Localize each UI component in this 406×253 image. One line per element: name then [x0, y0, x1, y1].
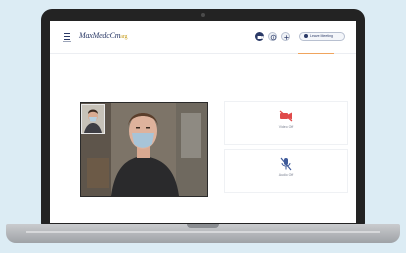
- participant-tile-audio-off[interactable]: Audio Off: [224, 149, 348, 193]
- video-off-icon: [279, 110, 293, 122]
- menu-underline: [63, 41, 71, 42]
- base-highlight: [26, 231, 380, 233]
- webcam-dot: [201, 13, 205, 17]
- camera-button[interactable]: [255, 32, 264, 41]
- leave-icon: [304, 33, 308, 38]
- leave-meeting-button[interactable]: Leave Meeting: [299, 32, 345, 41]
- add-participant-button[interactable]: [281, 32, 290, 41]
- plus-icon: [284, 35, 289, 40]
- brand-logo[interactable]: MaxMedcCmarg: [79, 31, 127, 42]
- leave-meeting-label: Leave Meeting: [310, 34, 333, 38]
- brand-name: MaxMedcCm: [79, 31, 121, 40]
- menu-icon[interactable]: [64, 33, 70, 40]
- trackpad-notch: [187, 224, 219, 228]
- video-camera-icon: [257, 35, 264, 40]
- info-button[interactable]: [268, 32, 277, 41]
- app-window: MaxMedcCmarg Leave Meeting Video Off Aud…: [50, 21, 356, 223]
- self-view-frame: [82, 105, 104, 133]
- self-view-video[interactable]: [81, 104, 105, 134]
- accent-line: [298, 53, 334, 54]
- tile-status-label: Audio Off: [278, 173, 294, 177]
- laptop-screen-bezel: MaxMedcCmarg Leave Meeting Video Off Aud…: [41, 9, 365, 225]
- brand-tld: arg: [120, 34, 128, 40]
- tile-status-label: Video Off: [278, 125, 294, 129]
- laptop-base: [6, 224, 400, 243]
- app-header: MaxMedcCmarg Leave Meeting: [50, 21, 356, 54]
- participant-tile-video-off[interactable]: Video Off: [224, 101, 348, 145]
- mic-off-icon: [280, 157, 292, 171]
- info-icon: [270, 34, 277, 41]
